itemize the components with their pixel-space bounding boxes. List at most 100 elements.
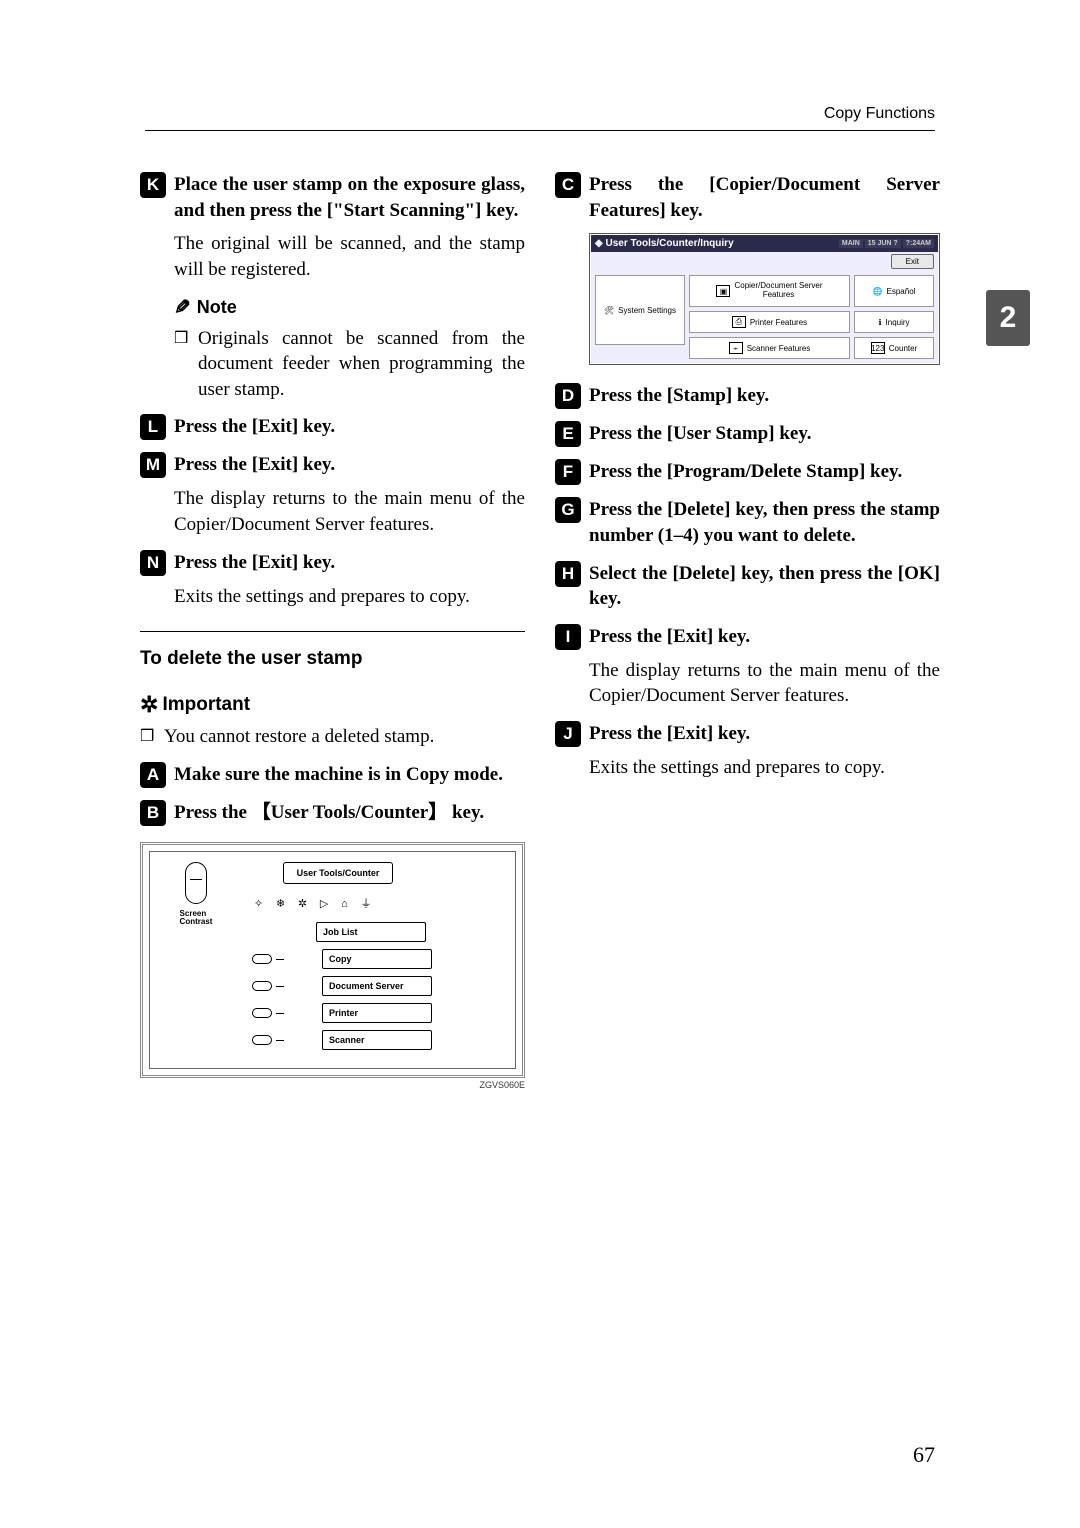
step-5-text: Press the [User Stamp] key. [589, 421, 940, 447]
step-1: A Make sure the machine is in Copy mode. [140, 762, 525, 788]
note-list: ❒ Originals cannot be scanned from the d… [174, 326, 525, 403]
job-list-button[interactable]: Job List [316, 922, 426, 942]
label: Counter [889, 344, 917, 353]
touchscreen-body: 🛠 System Settings ▣ Copier/Document Serv… [591, 271, 938, 363]
scanner-button[interactable]: Scanner [322, 1030, 432, 1050]
control-panel-figure: ScreenContrast User Tools/Counter ✧ ❄ ✲ … [140, 842, 525, 1078]
two-column-layout: K Place the user stamp on the exposure g… [140, 160, 940, 1090]
control-panel-mid: User Tools/Counter ✧ ❄ ✲ ▷ ⌂ ⏚ Job List … [244, 862, 432, 1050]
touchscreen-mid-col: ▣ Copier/Document ServerFeatures ⎙ Print… [689, 275, 850, 359]
touchscreen-bar-right: MAIN 15 JUN ? ?:24AM [839, 239, 934, 248]
tools-icon: 🛠 [604, 306, 614, 315]
step-number-icon: I [555, 624, 581, 650]
label: Scanner Features [747, 344, 811, 353]
bullet-icon: ❒ [140, 724, 164, 748]
important-heading: Important [140, 692, 525, 718]
info-icon: ℹ [878, 318, 881, 327]
user-tools-counter-button[interactable]: User Tools/Counter [283, 862, 393, 884]
inquiry-button[interactable]: ℹ Inquiry [854, 311, 934, 333]
step-14-text: Press the [Exit] key. [174, 550, 525, 576]
hw-button-icon [252, 954, 272, 964]
bar-tab: MAIN [839, 239, 863, 248]
step-1-text: Make sure the machine is in Copy mode. [174, 762, 525, 788]
figure-code: ZGVS060E [140, 1080, 525, 1090]
step-11-body: The original will be scanned, and the st… [174, 231, 525, 282]
step-2: B Press the 【User Tools/Counter】 key. [140, 800, 525, 826]
step-3: C Press the [Copier/Document Server Feat… [555, 172, 940, 223]
counter-button[interactable]: 123 Counter [854, 337, 934, 359]
step-number-icon: E [555, 421, 581, 447]
touchscreen-exit-row: Exit [591, 252, 938, 271]
step-10-text: Press the [Exit] key. [589, 721, 940, 747]
gear-icon [140, 692, 158, 718]
header-rule [145, 130, 935, 131]
step-number-icon: K [140, 172, 166, 198]
note-heading: ✎ Note [174, 295, 525, 320]
step-5: E Press the [User Stamp] key. [555, 421, 940, 447]
step-number-icon: L [140, 414, 166, 440]
step-4-text: Press the [Stamp] key. [589, 383, 940, 409]
step-number-icon: F [555, 459, 581, 485]
step-9-text: Press the [Exit] key. [589, 624, 940, 650]
step-number-icon: G [555, 497, 581, 523]
step-number-icon: D [555, 383, 581, 409]
screen-contrast-label: ScreenContrast [180, 910, 213, 926]
exit-button[interactable]: Exit [891, 254, 934, 269]
copy-button[interactable]: Copy [322, 949, 432, 969]
step-6: F Press the [Program/Delete Stamp] key. [555, 459, 940, 485]
step-11-text: Place the user stamp on the exposure gla… [174, 172, 525, 223]
touchscreen-figure: ◈ User Tools/Counter/Inquiry MAIN 15 JUN… [589, 233, 940, 365]
step-8: H Select the [Delete] key, then press th… [555, 561, 940, 612]
step-13-text: Press the [Exit] key. [174, 452, 525, 478]
step-10: J Press the [Exit] key. [555, 721, 940, 747]
important-list: ❒ You cannot restore a deleted stamp. [140, 724, 525, 750]
label: Copier/Document ServerFeatures [734, 282, 822, 300]
control-panel-right-gap [444, 862, 505, 1050]
pencil-icon: ✎ [174, 295, 191, 320]
touchscreen-titlebar: ◈ User Tools/Counter/Inquiry MAIN 15 JUN… [591, 235, 938, 252]
touchscreen-title: User Tools/Counter/Inquiry [605, 238, 838, 249]
control-panel-inner: ScreenContrast User Tools/Counter ✧ ❄ ✲ … [149, 851, 516, 1069]
system-settings-label: System Settings [618, 306, 676, 315]
bar-tab: 15 JUN ? [865, 239, 901, 248]
printer-button[interactable]: Printer [322, 1003, 432, 1023]
printer-icon: ⎙ [732, 316, 746, 328]
document-server-button[interactable]: Document Server [322, 976, 432, 996]
step-number-icon: A [140, 762, 166, 788]
step-12-text: Press the [Exit] key. [174, 414, 525, 440]
step-number-icon: N [140, 550, 166, 576]
language-button[interactable]: 🌐 Español [854, 275, 934, 307]
step-number-icon: H [555, 561, 581, 587]
step-number-icon: J [555, 721, 581, 747]
label: Español [887, 287, 916, 296]
step-10-body: Exits the settings and prepares to copy. [589, 755, 940, 781]
system-settings-button[interactable]: 🛠 System Settings [595, 275, 685, 345]
hw-button-icon [252, 981, 272, 991]
important-label: Important [162, 694, 250, 716]
counter-icon: 123 [871, 342, 885, 354]
step-3-text: Press the [Copier/Document Server Featur… [589, 172, 940, 223]
bullet-icon: ❒ [174, 326, 198, 350]
label: Inquiry [886, 318, 910, 327]
printer-features-button[interactable]: ⎙ Printer Features [689, 311, 850, 333]
scanner-features-button[interactable]: ⌁ Scanner Features [689, 337, 850, 359]
step-number-icon: B [140, 800, 166, 826]
globe-icon: 🌐 [873, 287, 883, 296]
delete-section-heading: To delete the user stamp [140, 648, 525, 670]
control-panel-left: ScreenContrast [160, 862, 232, 1050]
step-8-text: Select the [Delete] key, then press the … [589, 561, 940, 612]
copier-doc-server-features-button[interactable]: ▣ Copier/Document ServerFeatures [689, 275, 850, 307]
bar-tab: ?:24AM [903, 239, 934, 248]
copier-icon: ▣ [716, 285, 730, 297]
note-bullet: ❒ Originals cannot be scanned from the d… [174, 326, 525, 403]
section-rule [140, 631, 525, 632]
label: Printer Features [750, 318, 807, 327]
step-14-body: Exits the settings and prepares to copy. [174, 584, 525, 610]
step-2-text: Press the 【User Tools/Counter】 key. [174, 800, 525, 826]
step-4: D Press the [Stamp] key. [555, 383, 940, 409]
step-6-text: Press the [Program/Delete Stamp] key. [589, 459, 940, 485]
header-section-title: Copy Functions [824, 105, 935, 123]
step-7: G Press the [Delete] key, then press the… [555, 497, 940, 548]
step-13: M Press the [Exit] key. [140, 452, 525, 478]
note-label: Note [197, 297, 237, 318]
